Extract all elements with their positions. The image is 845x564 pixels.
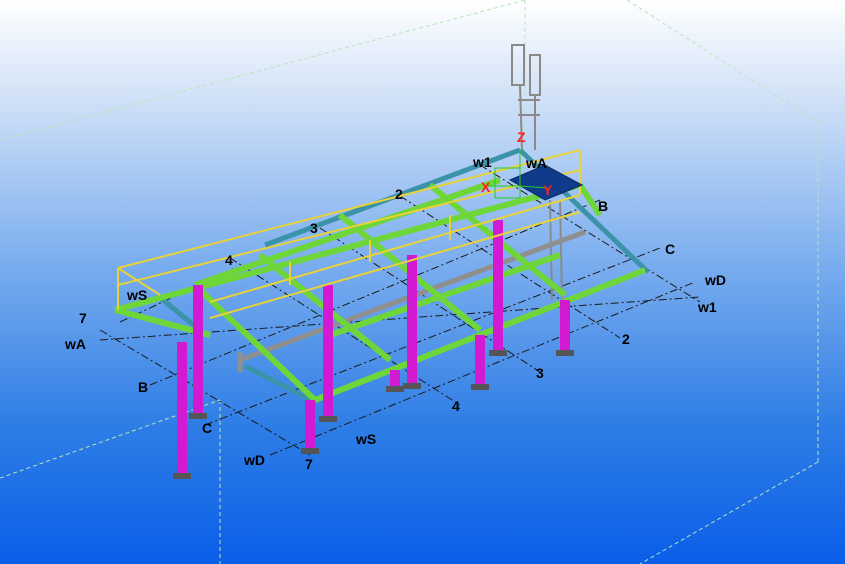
grid-label-3-top: 3 <box>310 220 318 236</box>
axis-label-x: X <box>481 179 491 195</box>
grid-label-wA-top: wA <box>525 155 547 171</box>
column-base-plates <box>173 350 574 479</box>
grid-label-wA-left: wA <box>64 336 86 352</box>
axis-label-z: Z <box>517 129 526 145</box>
grid-label-C-left: C <box>202 420 212 436</box>
grid-label-2-top: 2 <box>395 186 403 202</box>
grid-label-B-top: B <box>598 198 608 214</box>
grid-label-wS-top: wS <box>126 287 147 303</box>
3d-model-viewport[interactable]: Z X Y w1 wA 2 3 4 wS B C wD 7 wA B C wD … <box>0 0 845 564</box>
grid-label-7-right: 7 <box>305 456 313 472</box>
grid-label-7-left: 7 <box>79 310 87 326</box>
grid-label-wD-top: wD <box>704 272 726 288</box>
grid-label-C-top: C <box>665 241 675 257</box>
grid-label-wD-left: wD <box>243 452 265 468</box>
grid-label-4-right: 4 <box>452 398 460 414</box>
grid-label-B-left: B <box>138 379 148 395</box>
axis-label-y: Y <box>543 182 553 198</box>
grid-label-4-top: 4 <box>225 252 233 268</box>
grid-label-3-right: 3 <box>536 365 544 381</box>
grid-label-2-right: 2 <box>622 331 630 347</box>
grid-label-w1-top: w1 <box>472 154 492 170</box>
grid-label-wS-right: wS <box>355 431 376 447</box>
grid-label-w1-right: w1 <box>697 299 717 315</box>
